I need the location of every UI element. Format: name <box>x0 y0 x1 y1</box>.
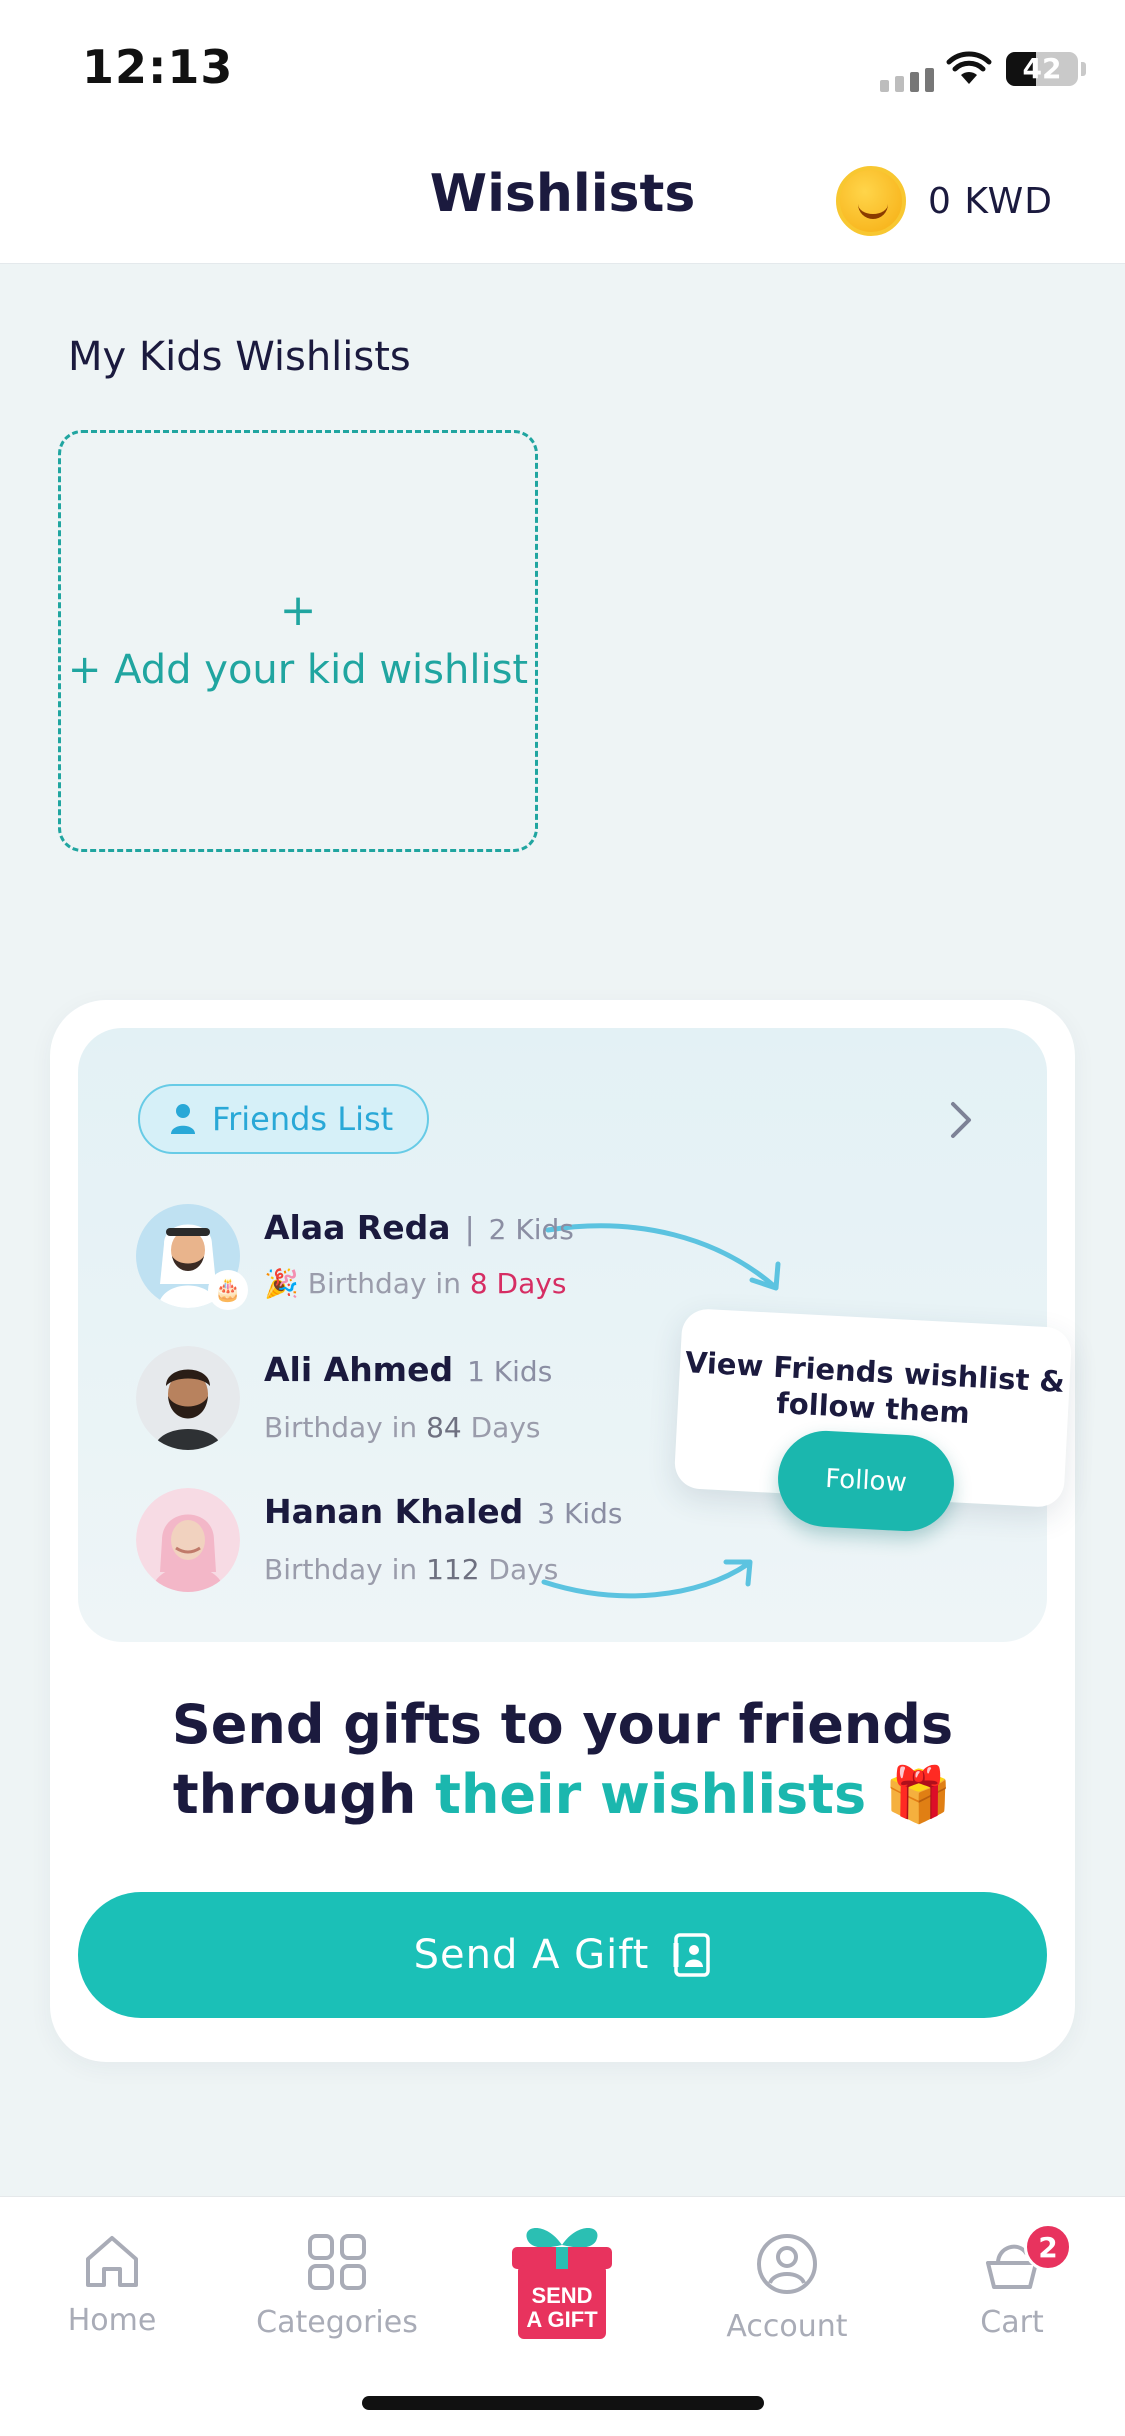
nav-label: Account <box>726 2309 848 2344</box>
gift-emoji-icon: 🎁 <box>884 1763 953 1826</box>
send-a-gift-label: Send A Gift <box>413 1932 650 1978</box>
birthday-prefix: Birthday in <box>264 1553 418 1586</box>
headline-line: Send gifts to your friends <box>171 1693 954 1756</box>
friend-name: Ali Ahmed <box>264 1350 454 1389</box>
avatar: 🎂 <box>136 1204 248 1310</box>
send-a-gift-button[interactable]: Send A Gift <box>78 1892 1047 2018</box>
status-time: 12:13 <box>82 40 234 94</box>
battery-tip <box>1081 62 1086 76</box>
send-gift-line: SEND <box>531 2283 592 2308</box>
nav-send-a-gift[interactable]: SEND A GIFT <box>506 2217 618 2345</box>
nav-cart[interactable]: 2 Cart <box>912 2223 1112 2340</box>
kids-section-title: My Kids Wishlists <box>68 334 411 380</box>
cart-badge: 2 <box>1024 2223 1072 2271</box>
nav-home[interactable]: Home <box>12 2233 212 2338</box>
promo-headline: Send gifts to your friends through their… <box>50 1690 1075 1830</box>
wifi-icon <box>946 51 992 84</box>
friend-row[interactable]: Ali Ahmed 1 Kids Birthday in 84 Days <box>136 1346 552 1450</box>
birthday-prefix: Birthday in <box>307 1267 461 1300</box>
headline-text: through <box>172 1763 417 1826</box>
add-kid-wishlist-label: + Add your kid wishlist <box>67 647 529 693</box>
home-icon <box>86 2236 138 2287</box>
home-indicator[interactable] <box>362 2396 764 2410</box>
birthday-countdown: 112 <box>426 1553 480 1586</box>
friend-name: Hanan Khaled <box>264 1492 524 1531</box>
headline-accent: their wishlists <box>435 1763 867 1826</box>
friend-kids-count: 1 Kids <box>467 1355 553 1388</box>
avatar <box>136 1488 240 1592</box>
separator: | <box>464 1212 475 1247</box>
wallet-amount: 0 KWD <box>928 180 1053 222</box>
birthday-suffix: Days <box>488 1553 559 1586</box>
friend-kids-count: 2 Kids <box>488 1213 574 1246</box>
smiley-coin-icon <box>836 166 906 236</box>
cellular-signal-icon <box>880 68 934 92</box>
nav-label: Cart <box>980 2305 1044 2340</box>
friends-preview[interactable]: Friends List 🎂 Alaa Reda | 2 Kids 🎉 Birt… <box>78 1028 1073 1642</box>
friend-kids-count: 3 Kids <box>537 1497 623 1530</box>
battery-icon: 42 <box>1006 52 1078 86</box>
header: Wishlists 0 KWD <box>0 140 1125 264</box>
friends-promo-card: Friends List 🎂 Alaa Reda | 2 Kids 🎉 Birt… <box>50 1000 1075 2062</box>
cake-icon: 🎂 <box>208 1270 248 1310</box>
nav-label: Home <box>67 2303 157 2338</box>
plus-icon: + <box>279 585 317 636</box>
avatar <box>136 1346 240 1450</box>
grid-icon <box>308 2234 366 2290</box>
friend-row[interactable]: 🎂 Alaa Reda | 2 Kids 🎉 Birthday in 8 Day… <box>136 1204 574 1310</box>
nav-account[interactable]: Account <box>687 2233 887 2344</box>
birthday-countdown: 8 Days <box>469 1267 567 1300</box>
birthday-suffix: Days <box>470 1411 541 1444</box>
nav-label: Categories <box>256 2305 418 2340</box>
gift-box-icon: SEND A GIFT <box>512 2228 612 2339</box>
follow-button[interactable]: Follow <box>775 1428 957 1534</box>
birthday-countdown: 84 <box>426 1411 462 1444</box>
birthday-prefix: Birthday in <box>264 1411 418 1444</box>
wallet-balance[interactable]: 0 KWD <box>836 166 1053 236</box>
friend-name: Alaa Reda <box>264 1208 451 1247</box>
contact-card-icon <box>673 1933 711 1977</box>
user-circle-icon <box>757 2234 817 2294</box>
party-popper-icon: 🎉 <box>264 1267 299 1300</box>
battery-level: 42 <box>1022 52 1062 85</box>
send-gift-line: A GIFT <box>526 2307 598 2332</box>
add-kid-wishlist-button[interactable]: + + Add your kid wishlist <box>58 430 538 852</box>
nav-categories[interactable]: Categories <box>237 2233 437 2340</box>
status-bar: 12:13 42 <box>0 0 1125 140</box>
friend-row[interactable]: Hanan Khaled 3 Kids Birthday in 112 Days <box>136 1488 623 1592</box>
